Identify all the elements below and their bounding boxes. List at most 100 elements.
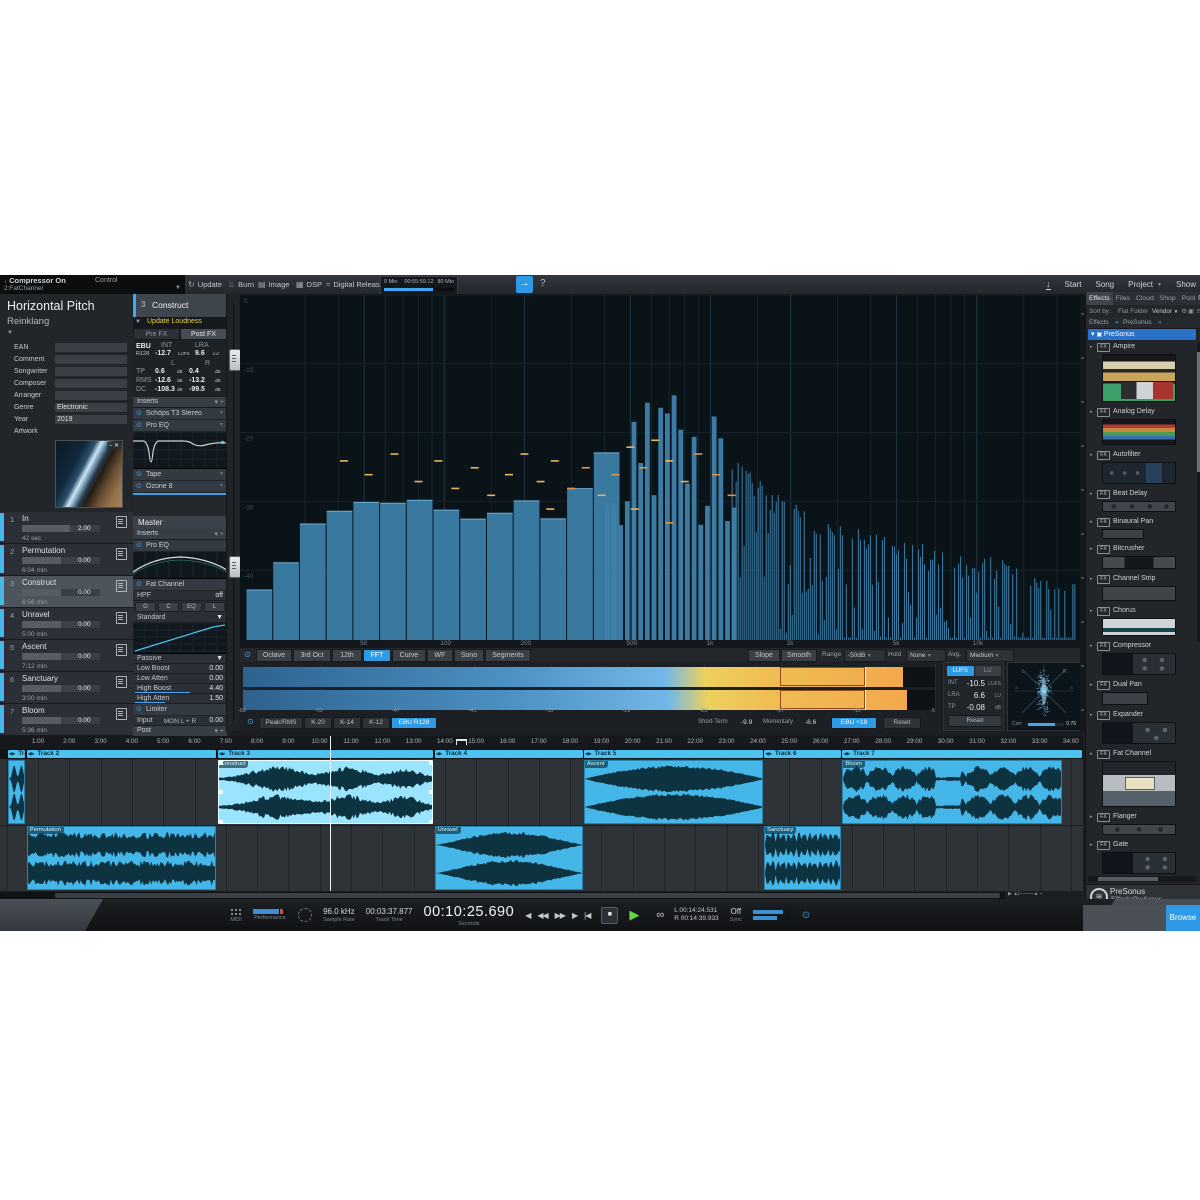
meter-mode-ebu-r128[interactable]: EBU R128 bbox=[391, 717, 437, 729]
clip-sanctuary[interactable]: Sanctuary bbox=[764, 826, 841, 890]
prev-marker-button[interactable]: ◀ bbox=[525, 911, 530, 920]
mode-button-3rd-oct[interactable]: 3rd Oct bbox=[293, 649, 331, 662]
section-button-c[interactable]: C bbox=[158, 602, 179, 612]
effect-thumbnail-flanger[interactable] bbox=[1102, 824, 1176, 835]
export-file-icon[interactable] bbox=[116, 708, 127, 720]
effect-item-flanger[interactable]: ▸FXFlanger bbox=[1088, 812, 1196, 823]
time-ruler[interactable]: 1:002:003:004:005:006:007:008:009:0010:0… bbox=[0, 736, 1083, 750]
track-chip-track-6[interactable]: ◀▶ Track 6 bbox=[764, 750, 841, 758]
chip-resize-handles[interactable]: ◀▶ bbox=[219, 751, 226, 756]
sort-flat-folder[interactable]: Flat Folder bbox=[1118, 308, 1148, 315]
tab-lu[interactable]: LU bbox=[975, 666, 1002, 676]
expand-arrow-icon[interactable]: ▸ bbox=[1090, 576, 1093, 582]
toolbar-button-show[interactable]: Show bbox=[1176, 280, 1196, 289]
horizontal-scrollbar[interactable] bbox=[0, 892, 1005, 899]
effect-thumbnail-channel-strip[interactable] bbox=[1102, 586, 1176, 601]
param-low-atten[interactable]: Low Atten0.00 bbox=[133, 674, 227, 684]
master-fader[interactable] bbox=[229, 556, 241, 578]
mode-button-sono[interactable]: Sono bbox=[454, 649, 484, 662]
channel-fader[interactable] bbox=[229, 349, 241, 371]
range-dropdown[interactable]: -50dB ▼ bbox=[844, 649, 886, 662]
project-track-row[interactable]: 2Permutation0.006:04 min bbox=[0, 544, 133, 576]
toolbar-button-start[interactable]: Start bbox=[1065, 280, 1082, 289]
stop-button[interactable]: ■ bbox=[601, 907, 618, 924]
chevron-down-icon[interactable]: ▼ bbox=[219, 483, 224, 489]
browser-tab-effects[interactable]: Effects bbox=[1086, 292, 1113, 305]
help-button[interactable]: ? bbox=[540, 278, 546, 289]
effect-item-fat-channel[interactable]: ▸FXFat Channel bbox=[1088, 749, 1196, 760]
effect-thumbnail-ampire[interactable] bbox=[1102, 354, 1176, 402]
export-file-icon[interactable] bbox=[116, 548, 127, 560]
inserts-header[interactable]: Inserts▾ + bbox=[133, 397, 227, 408]
browser-tab-shop[interactable]: Shop bbox=[1157, 292, 1179, 305]
effect-thumbnail-chorus[interactable] bbox=[1102, 618, 1176, 636]
chip-resize-handles[interactable]: ◀▶ bbox=[843, 751, 850, 756]
effect-item-analog-delay[interactable]: ▸FXAnalog Delay bbox=[1088, 407, 1196, 418]
section-button-eq[interactable]: EQ bbox=[181, 602, 202, 612]
param-slider[interactable] bbox=[135, 692, 190, 694]
limiter-header[interactable]: ⊙Limiter bbox=[133, 704, 227, 716]
headphone-icon[interactable]: ⊙ bbox=[802, 910, 809, 921]
param-high-boost[interactable]: High Boost4.40 bbox=[133, 684, 227, 694]
tab-post-fx[interactable]: Post FX bbox=[180, 328, 227, 340]
export-file-icon[interactable] bbox=[116, 676, 127, 688]
effect-item-binaural-pan[interactable]: ▸FXBinaural Pan bbox=[1088, 517, 1196, 528]
insert-ozone-8[interactable]: ⊙Ozone 8▼ bbox=[133, 481, 227, 493]
tab-pre-fx[interactable]: Pre FX bbox=[133, 328, 180, 340]
expand-arrow-icon[interactable]: ▸ bbox=[1090, 643, 1093, 649]
toolbar-button-project[interactable]: Project bbox=[1128, 280, 1153, 289]
effect-item-expander[interactable]: ▸FXExpander bbox=[1088, 710, 1196, 721]
browser-tab-pool[interactable]: Pool bbox=[1179, 292, 1199, 305]
collapse-caret-icon[interactable]: ▼ bbox=[7, 330, 13, 336]
spectrum-analyzer[interactable]: 0-10-20-30-40 bbox=[240, 294, 1083, 640]
effect-item-bitcrusher[interactable]: ▸FXBitcrusher bbox=[1088, 544, 1196, 555]
effect-item-dual-pan[interactable]: ▸FXDual Pan bbox=[1088, 680, 1196, 691]
track-time[interactable]: 00:03:37.877Track Time bbox=[366, 907, 413, 923]
clip-unravel[interactable]: Unravel bbox=[435, 826, 583, 890]
expand-arrow-icon[interactable]: ▸ bbox=[1090, 519, 1093, 525]
effect-thumbnail-beat-delay[interactable] bbox=[1102, 501, 1176, 512]
meter-mode-k-14[interactable]: K-14 bbox=[333, 717, 361, 729]
zoom-controls[interactable]: ▶ ▲|────▲ ⌐ bbox=[1008, 891, 1083, 899]
section-button-g[interactable]: G bbox=[135, 602, 156, 612]
meta-field-year[interactable]: 2019 bbox=[55, 415, 127, 424]
browser-tab-cloud[interactable]: Cloud bbox=[1133, 292, 1157, 305]
mode-button-fft[interactable]: FFT bbox=[363, 649, 391, 662]
meter-mode-k-20[interactable]: K-20 bbox=[304, 717, 332, 729]
folder-row-presonus[interactable]: ▾ ▣ PreSonus bbox=[1088, 329, 1196, 340]
thumbnail-view-icon[interactable]: ▣ bbox=[1188, 308, 1194, 315]
mode-button-12th[interactable]: 12th bbox=[332, 649, 362, 662]
return-to-zero-button[interactable]: |◀ bbox=[584, 911, 590, 920]
toolbar-button-song[interactable]: Song bbox=[1095, 280, 1114, 289]
effect-thumbnail-fat-channel[interactable] bbox=[1102, 761, 1176, 807]
device-selector[interactable]: ♪ Compressor On Control 2:FatChannel ▼ bbox=[0, 275, 185, 294]
expand-arrow-icon[interactable]: ▸ bbox=[1090, 751, 1093, 757]
clip-handle[interactable] bbox=[219, 820, 223, 824]
chevron-down-icon[interactable]: ▼ bbox=[1157, 282, 1162, 288]
mode-button-octave[interactable]: Octave bbox=[256, 649, 292, 662]
effect-thumbnail-dual-pan[interactable] bbox=[1102, 692, 1148, 705]
hpf-row[interactable]: HPFoff bbox=[133, 591, 227, 601]
clip-handle[interactable] bbox=[429, 820, 433, 824]
browse-button[interactable]: Browse bbox=[1166, 905, 1200, 931]
track-chip-track-5[interactable]: ◀▶ Track 5 bbox=[584, 750, 763, 758]
channel-header[interactable]: 3 Construct bbox=[133, 294, 230, 317]
style-dropdown[interactable]: Standard▼ bbox=[133, 613, 227, 623]
toolbar-button-digital-release[interactable]: ≈Digital Release bbox=[326, 277, 384, 291]
track-chip-track-4[interactable]: ◀▶ Track 4 bbox=[435, 750, 583, 758]
chevron-down-icon[interactable]: ▼ bbox=[219, 410, 224, 416]
loop-range-marker[interactable] bbox=[456, 739, 467, 745]
time-display[interactable]: 00:10:25.690Seconds bbox=[424, 904, 515, 927]
meta-field-comment[interactable] bbox=[55, 355, 127, 364]
track-lanes[interactable]: PermutationConstructUnravelAscentSanctua… bbox=[0, 759, 1083, 891]
param-high-atten[interactable]: High Atten1.50 bbox=[133, 694, 227, 704]
project-track-row[interactable]: 1In2.0042 sec bbox=[0, 512, 133, 544]
power-icon[interactable]: ⊙ bbox=[136, 421, 142, 429]
section-button-l[interactable]: L bbox=[204, 602, 225, 612]
project-track-row[interactable]: 3Construct0.006:56 min bbox=[0, 576, 133, 608]
effect-thumbnail-analog-delay[interactable] bbox=[1102, 419, 1176, 445]
insert-sch-ps-t3-stereo[interactable]: ⊙Schöps T3 Stereo▼ bbox=[133, 408, 227, 420]
clip-in[interactable] bbox=[8, 760, 25, 824]
effect-item-ampire[interactable]: ▸FXAmpire bbox=[1088, 342, 1196, 353]
chip-resize-handles[interactable]: ◀▶ bbox=[585, 751, 592, 756]
